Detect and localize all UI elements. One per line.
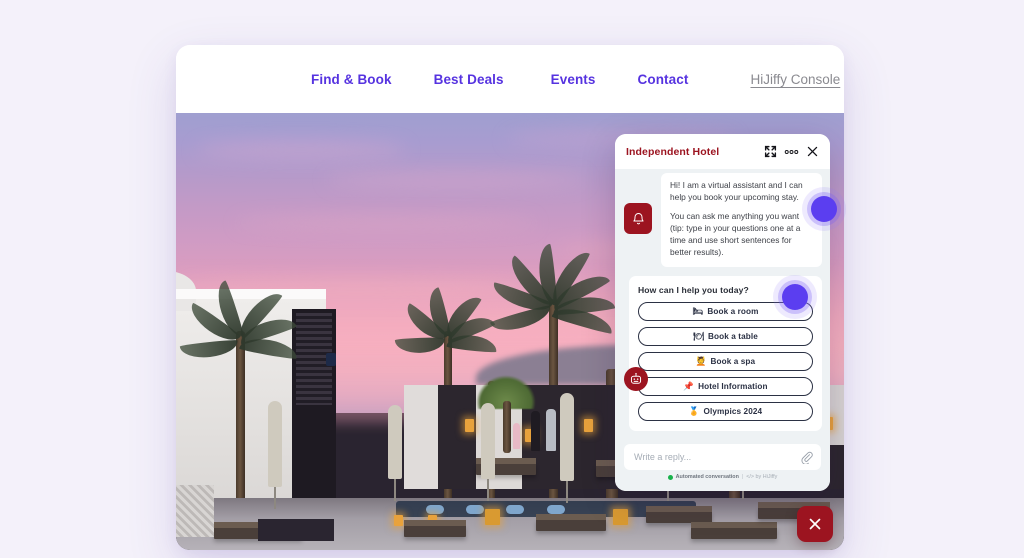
hijiffy-credit: </> by HiJiffy — [746, 474, 778, 480]
nav-link-events[interactable]: Events — [551, 72, 596, 87]
quick-reply-hotel-information[interactable]: 📌 Hotel Information — [638, 376, 813, 396]
quick-reply-book-a-spa[interactable]: 💆 Book a spa — [638, 351, 813, 371]
bot-avatar-button[interactable] — [624, 367, 648, 391]
quick-reply-label: Olympics 2024 — [703, 406, 763, 416]
paperclip-icon[interactable] — [800, 451, 813, 465]
chat-header: Independent Hotel — [615, 134, 830, 169]
chat-widget-inner: Independent Hotel Hi! I am a virtual ass… — [615, 134, 830, 491]
quick-replies-prompt: How can I help you today? — [638, 284, 749, 295]
quick-reply-label: Book a room — [707, 306, 759, 316]
automated-conversation-label: Automated conversation — [675, 474, 739, 480]
footer-separator: | — [741, 474, 744, 480]
reply-input-container[interactable] — [624, 444, 821, 470]
more-options-icon[interactable] — [784, 144, 799, 159]
notification-bell-button[interactable] — [624, 203, 652, 234]
nav-link-hijiffy-console[interactable]: HiJiffy Console — [750, 72, 840, 87]
chat-title: Independent Hotel — [626, 145, 720, 158]
chat-widget: Independent Hotel Hi! I am a virtual ass… — [615, 134, 830, 491]
close-widget-button[interactable] — [797, 506, 833, 542]
browser-site-card: Find & Book Best Deals Events Contact Hi… — [176, 45, 844, 550]
medal-icon: 🏅 — [688, 405, 700, 416]
bot-message-line-1: Hi! I am a virtual assistant and I can h… — [670, 180, 803, 202]
quick-replies-card: How can I help you today? 🛏 Book a room … — [629, 275, 822, 431]
expand-icon[interactable] — [763, 144, 778, 159]
reply-input[interactable] — [634, 452, 800, 462]
close-icon[interactable] — [805, 144, 820, 159]
cutlery-icon: 🍽 — [693, 330, 704, 341]
quick-reply-book-a-room[interactable]: 🛏 Book a room — [638, 301, 813, 321]
bot-message-bubble: Hi! I am a virtual assistant and I can h… — [661, 173, 822, 267]
bot-message-line-2: You can ask me anything you want (tip: t… — [670, 210, 801, 257]
spa-massage-icon: 💆 — [695, 355, 707, 366]
bed-icon: 🛏 — [692, 305, 704, 316]
quick-reply-label: Book a spa — [710, 356, 756, 366]
chat-footer: Automated conversation | </> by HiJiffy — [615, 439, 830, 491]
chat-status-footer: Automated conversation | </> by HiJiffy — [624, 474, 821, 480]
quick-reply-book-a-table[interactable]: 🍽 Book a table — [638, 326, 813, 346]
nav-links: Find & Book Best Deals Events Contact Hi… — [311, 72, 840, 87]
quick-reply-label: Book a table — [708, 331, 758, 341]
chat-message-area: Hi! I am a virtual assistant and I can h… — [615, 169, 830, 439]
status-dot — [667, 474, 673, 480]
quick-reply-label: Hotel Information — [698, 381, 768, 391]
nav-link-find-and-book[interactable]: Find & Book — [311, 72, 392, 87]
pushpin-icon: 📌 — [683, 380, 695, 391]
site-navigation: Find & Book Best Deals Events Contact Hi… — [176, 45, 844, 113]
page-root: Find & Book Best Deals Events Contact Hi… — [0, 0, 1024, 558]
quick-reply-olympics-2024[interactable]: 🏅 Olympics 2024 — [638, 401, 813, 421]
nav-link-contact[interactable]: Contact — [638, 72, 689, 87]
nav-link-best-deals[interactable]: Best Deals — [434, 72, 504, 87]
